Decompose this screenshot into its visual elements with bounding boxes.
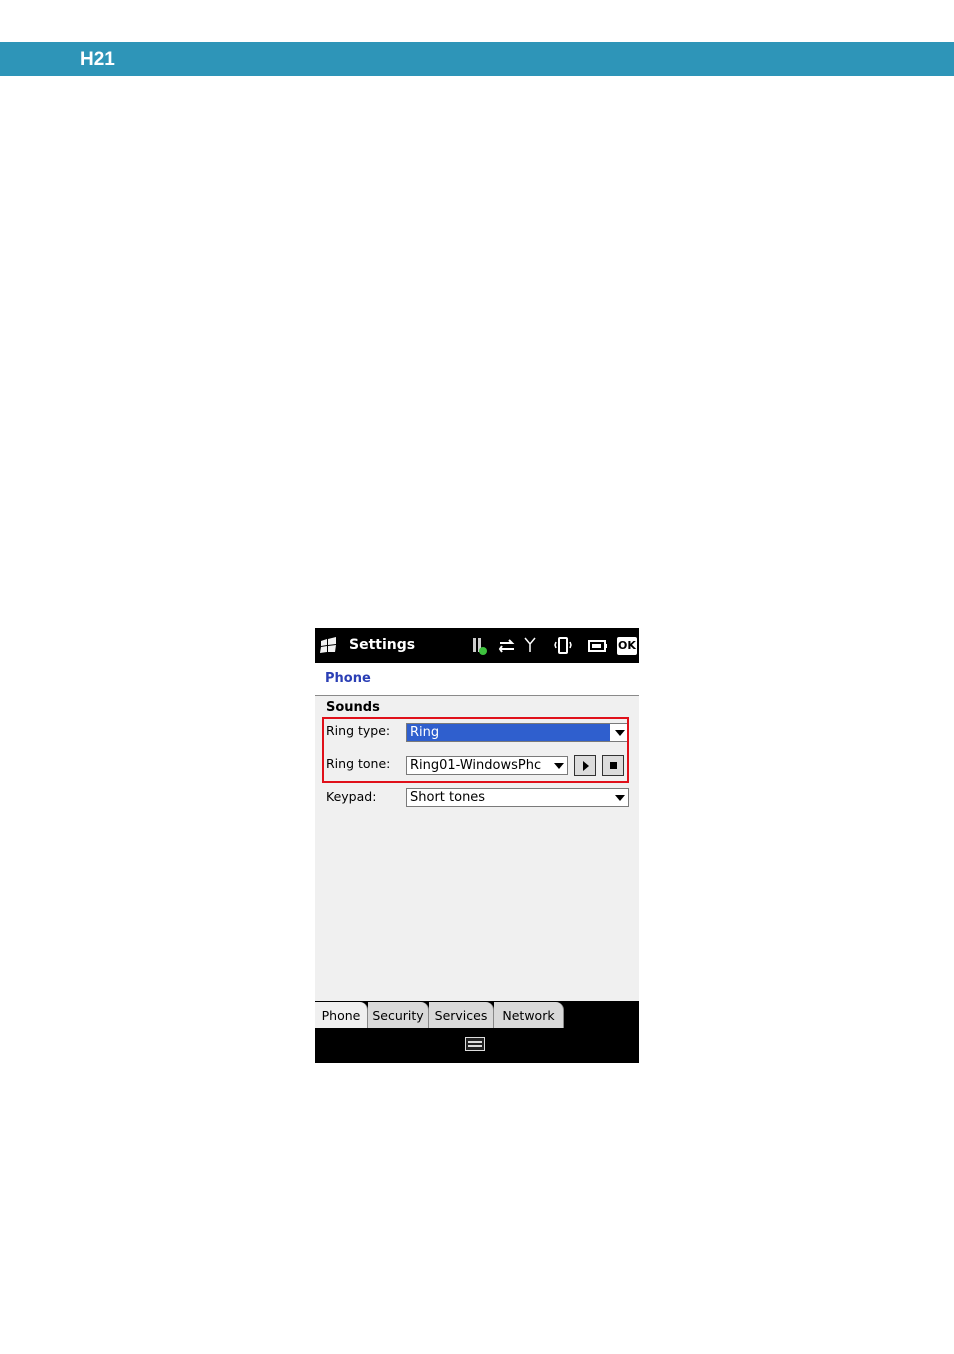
keypad-label: Keypad: — [326, 789, 377, 804]
keypad-value: Short tones — [410, 790, 486, 805]
window-title: Settings — [349, 637, 416, 653]
keyboard-icon[interactable] — [465, 1037, 485, 1051]
vibrate-icon[interactable] — [553, 636, 573, 656]
tab-security[interactable]: Security — [368, 1002, 429, 1028]
tab-label: Network — [502, 1008, 555, 1023]
chevron-down-icon[interactable] — [615, 795, 625, 801]
page-header: Phone — [315, 663, 639, 696]
document-header-bar: H21 — [0, 42, 954, 76]
document-header-label: H21 — [80, 49, 115, 70]
tab-bar: Phone Security Services Network — [315, 1001, 639, 1028]
page-title: Phone — [325, 671, 371, 686]
tab-label: Phone — [321, 1008, 361, 1023]
title-bar: Settings OK — [315, 628, 639, 663]
windows-start-icon[interactable] — [319, 636, 339, 656]
tab-phone[interactable]: Phone — [315, 1002, 368, 1028]
antenna-icon[interactable] — [523, 636, 537, 656]
section-title-sounds: Sounds — [326, 700, 380, 715]
ok-button[interactable]: OK — [617, 637, 637, 655]
tab-label: Services — [434, 1008, 488, 1023]
ok-button-label: OK — [618, 639, 636, 652]
keypad-dropdown[interactable]: Short tones — [406, 788, 629, 807]
battery-icon[interactable] — [587, 636, 609, 656]
data-sync-icon[interactable] — [497, 636, 517, 656]
ring-settings-highlight — [322, 717, 629, 783]
tab-network[interactable]: Network — [494, 1002, 564, 1028]
signal-green-icon[interactable] — [471, 636, 489, 656]
tab-label: Security — [372, 1008, 424, 1023]
soft-key-bar — [315, 1028, 639, 1063]
tab-services[interactable]: Services — [429, 1002, 494, 1028]
phone-screen: Settings OK Phone Sounds Ring type: Ring… — [315, 628, 639, 1063]
